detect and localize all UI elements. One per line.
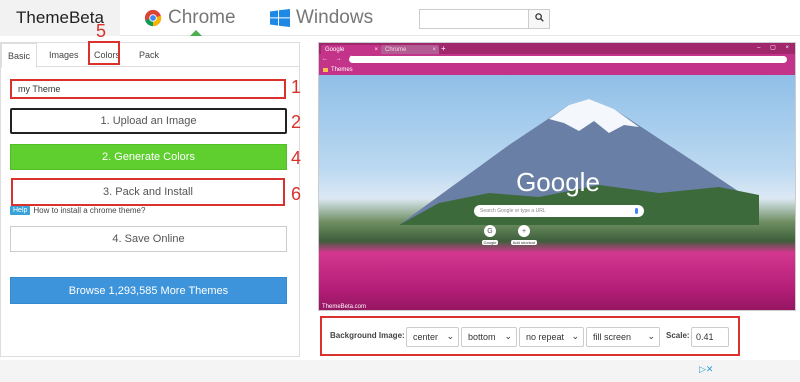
highlight-box-colors-tab [88, 41, 120, 65]
bg-size-value: fill screen [593, 332, 632, 342]
preview-tab-google: Google × [321, 45, 381, 54]
top-navbar: ThemeBeta Chrome Windows [0, 0, 800, 36]
pack-install-button[interactable]: 3. Pack and Install [11, 178, 285, 206]
bg-position-y-value: bottom [468, 332, 496, 342]
site-search-button[interactable] [528, 9, 550, 29]
preview-search-box: Search Google or type a URL [474, 205, 644, 217]
theme-name-input[interactable] [10, 79, 286, 99]
preview-shortcut-google: G Google [475, 225, 505, 245]
nav-chrome-label: Chrome [168, 7, 236, 28]
search-icon [534, 13, 544, 25]
preview-tab-chrome: Chrome × [381, 45, 439, 54]
adchoices-icon[interactable]: ▷✕ [699, 364, 713, 375]
preview-window-controls-icon: – ▢ × [757, 45, 793, 51]
background-image-label: Background Image: [330, 331, 405, 340]
theme-preview: Google × Chrome × + – ▢ × ← → ↻ Themes G… [318, 42, 796, 311]
site-search-input[interactable] [419, 9, 528, 29]
nav-windows-label: Windows [296, 7, 374, 28]
preview-browser-frame: Google × Chrome × + – ▢ × ← → ↻ Themes [319, 43, 795, 75]
preview-new-tab-icon: + [441, 44, 446, 53]
tab-pack[interactable]: Pack [133, 43, 165, 67]
preview-shortcut-add: + Add shortcut [509, 225, 539, 245]
preview-google-logo: Google [516, 167, 600, 197]
preview-shortcut-google-label: Google [481, 240, 499, 245]
bg-repeat-select[interactable]: no repeat ⌄ [519, 327, 584, 347]
active-nav-indicator [190, 30, 202, 36]
bg-size-select[interactable]: fill screen ⌄ [586, 327, 660, 347]
help-row[interactable]: Help How to install a chrome theme? [10, 206, 145, 215]
nav-windows[interactable]: Windows [270, 0, 373, 36]
browse-themes-button[interactable]: Browse 1,293,585 More Themes [10, 277, 287, 304]
help-badge: Help [10, 206, 31, 215]
scale-label: Scale: [666, 331, 690, 340]
preview-tab-close-icon: × [432, 46, 436, 53]
plus-icon: + [518, 225, 530, 237]
annotation-4: 4 [291, 148, 302, 168]
google-g-icon: G [484, 225, 496, 237]
background-image-controls: Background Image: center ⌄ bottom ⌄ no r… [320, 316, 740, 356]
footer-strip [0, 360, 800, 382]
bg-position-y-select[interactable]: bottom ⌄ [461, 327, 517, 347]
preview-tab-chrome-label: Chrome [385, 46, 407, 53]
annotation-6: 6 [291, 184, 302, 204]
preview-shortcut-add-label: Add shortcut [510, 240, 538, 245]
preview-background-image: Google Search Google or type a URL G Goo… [319, 75, 795, 310]
help-link[interactable]: How to install a chrome theme? [33, 206, 145, 215]
folder-icon [323, 68, 328, 72]
chrome-icon [144, 9, 162, 27]
upload-image-button[interactable]: 1. Upload an Image [10, 108, 287, 134]
annotation-5: 5 [96, 21, 107, 41]
preview-address-bar: ← → ↻ [319, 54, 795, 65]
bg-repeat-value: no repeat [526, 332, 565, 342]
preview-bookmark-label: Themes [331, 67, 353, 73]
bg-position-x-value: center [413, 332, 439, 342]
annotation-2: 2 [291, 112, 302, 132]
mountain-graphic [399, 99, 759, 225]
scale-input[interactable]: 0.41 [691, 327, 729, 347]
chevron-down-icon: ⌄ [504, 331, 512, 341]
chevron-down-icon: ⌄ [647, 331, 655, 341]
preview-bookmarks-bar: Themes [319, 65, 795, 75]
preview-tab-close-icon: × [374, 46, 378, 53]
generate-colors-button[interactable]: 2. Generate Colors [10, 144, 287, 170]
tab-images[interactable]: Images [43, 43, 85, 67]
preview-search-placeholder: Search Google or type a URL [480, 208, 546, 214]
preview-address-field [349, 56, 787, 63]
editor-tabs: Basic Images Colors Pack [1, 43, 299, 68]
chevron-down-icon: ⌄ [446, 331, 454, 341]
windows-icon [270, 9, 290, 27]
annotation-1: 1 [291, 77, 302, 97]
microphone-icon [635, 208, 638, 214]
save-online-button[interactable]: 4. Save Online [10, 226, 287, 252]
preview-watermark: ThemeBeta.com [322, 304, 367, 310]
chevron-down-icon: ⌄ [571, 331, 579, 341]
bg-position-x-select[interactable]: center ⌄ [406, 327, 459, 347]
tab-basic[interactable]: Basic [1, 43, 38, 68]
preview-tab-google-label: Google [325, 46, 345, 53]
